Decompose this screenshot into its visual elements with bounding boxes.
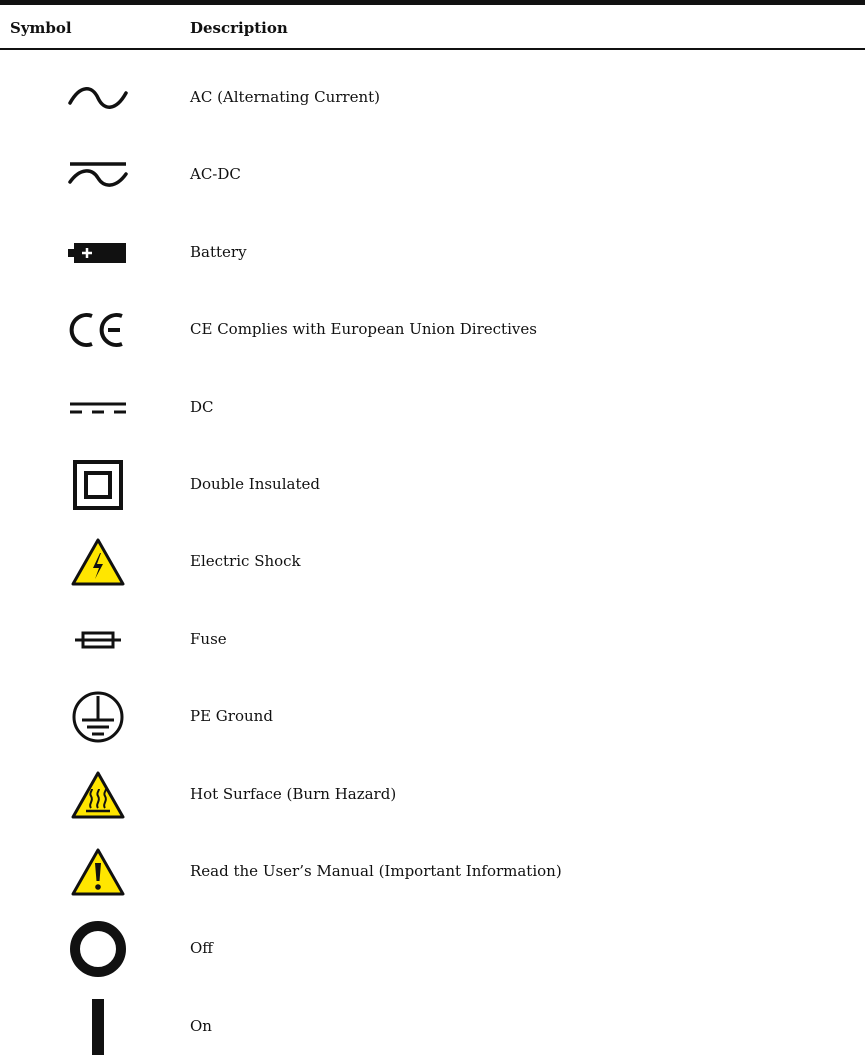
table-row: On [0,987,865,1064]
row-label: AC-DC [190,165,241,184]
description-column-header: Description [190,19,288,37]
table-row: Hot Surface (Burn Hazard) [0,755,865,832]
table-row: AC-DC [0,135,865,212]
table-row: Battery [0,213,865,290]
table-row: DC [0,368,865,445]
table-row: Fuse [0,600,865,677]
row-label: Battery [190,242,247,261]
row-label: On [190,1016,212,1035]
row-label: DC [190,397,214,416]
ac-dc-icon [58,147,138,203]
dc-icon [58,380,138,436]
row-label: AC (Alternating Current) [190,88,380,106]
double-insulated-icon [58,457,138,513]
symbol-column-header: Symbol [10,19,72,37]
fuse-icon [58,612,138,668]
table-row: CE Complies with European Union Directiv… [0,290,865,367]
table-row: AC (Alternating Current) [0,58,865,135]
off-icon [58,921,138,978]
on-icon [58,998,138,1055]
battery-icon [58,225,138,281]
table-header: Symbol Description [0,5,865,50]
table-row: PE Ground [0,677,865,754]
ce-mark-icon [58,302,138,358]
row-label: Hot Surface (Burn Hazard) [190,784,397,803]
row-label: CE Complies with European Union Directiv… [190,320,537,339]
pe-ground-icon [58,689,138,745]
row-label: Off [190,939,213,958]
table-row: Read the User’s Manual (Important Inform… [0,832,865,909]
electric-shock-icon [58,534,138,590]
hot-surface-icon [58,767,138,823]
table-row: Double Insulated [0,445,865,522]
row-label: Read the User’s Manual (Important Inform… [190,861,562,880]
row-label: Fuse [190,629,227,648]
ac-icon [58,70,138,126]
table-row: Off [0,909,865,986]
table-row: Electric Shock [0,522,865,599]
symbol-table: AC (Alternating Current) AC-DC Battery C… [0,58,865,1064]
warning-icon [58,844,138,900]
row-label: PE Ground [190,707,273,726]
row-label: Electric Shock [190,552,301,571]
row-label: Double Insulated [190,474,320,493]
